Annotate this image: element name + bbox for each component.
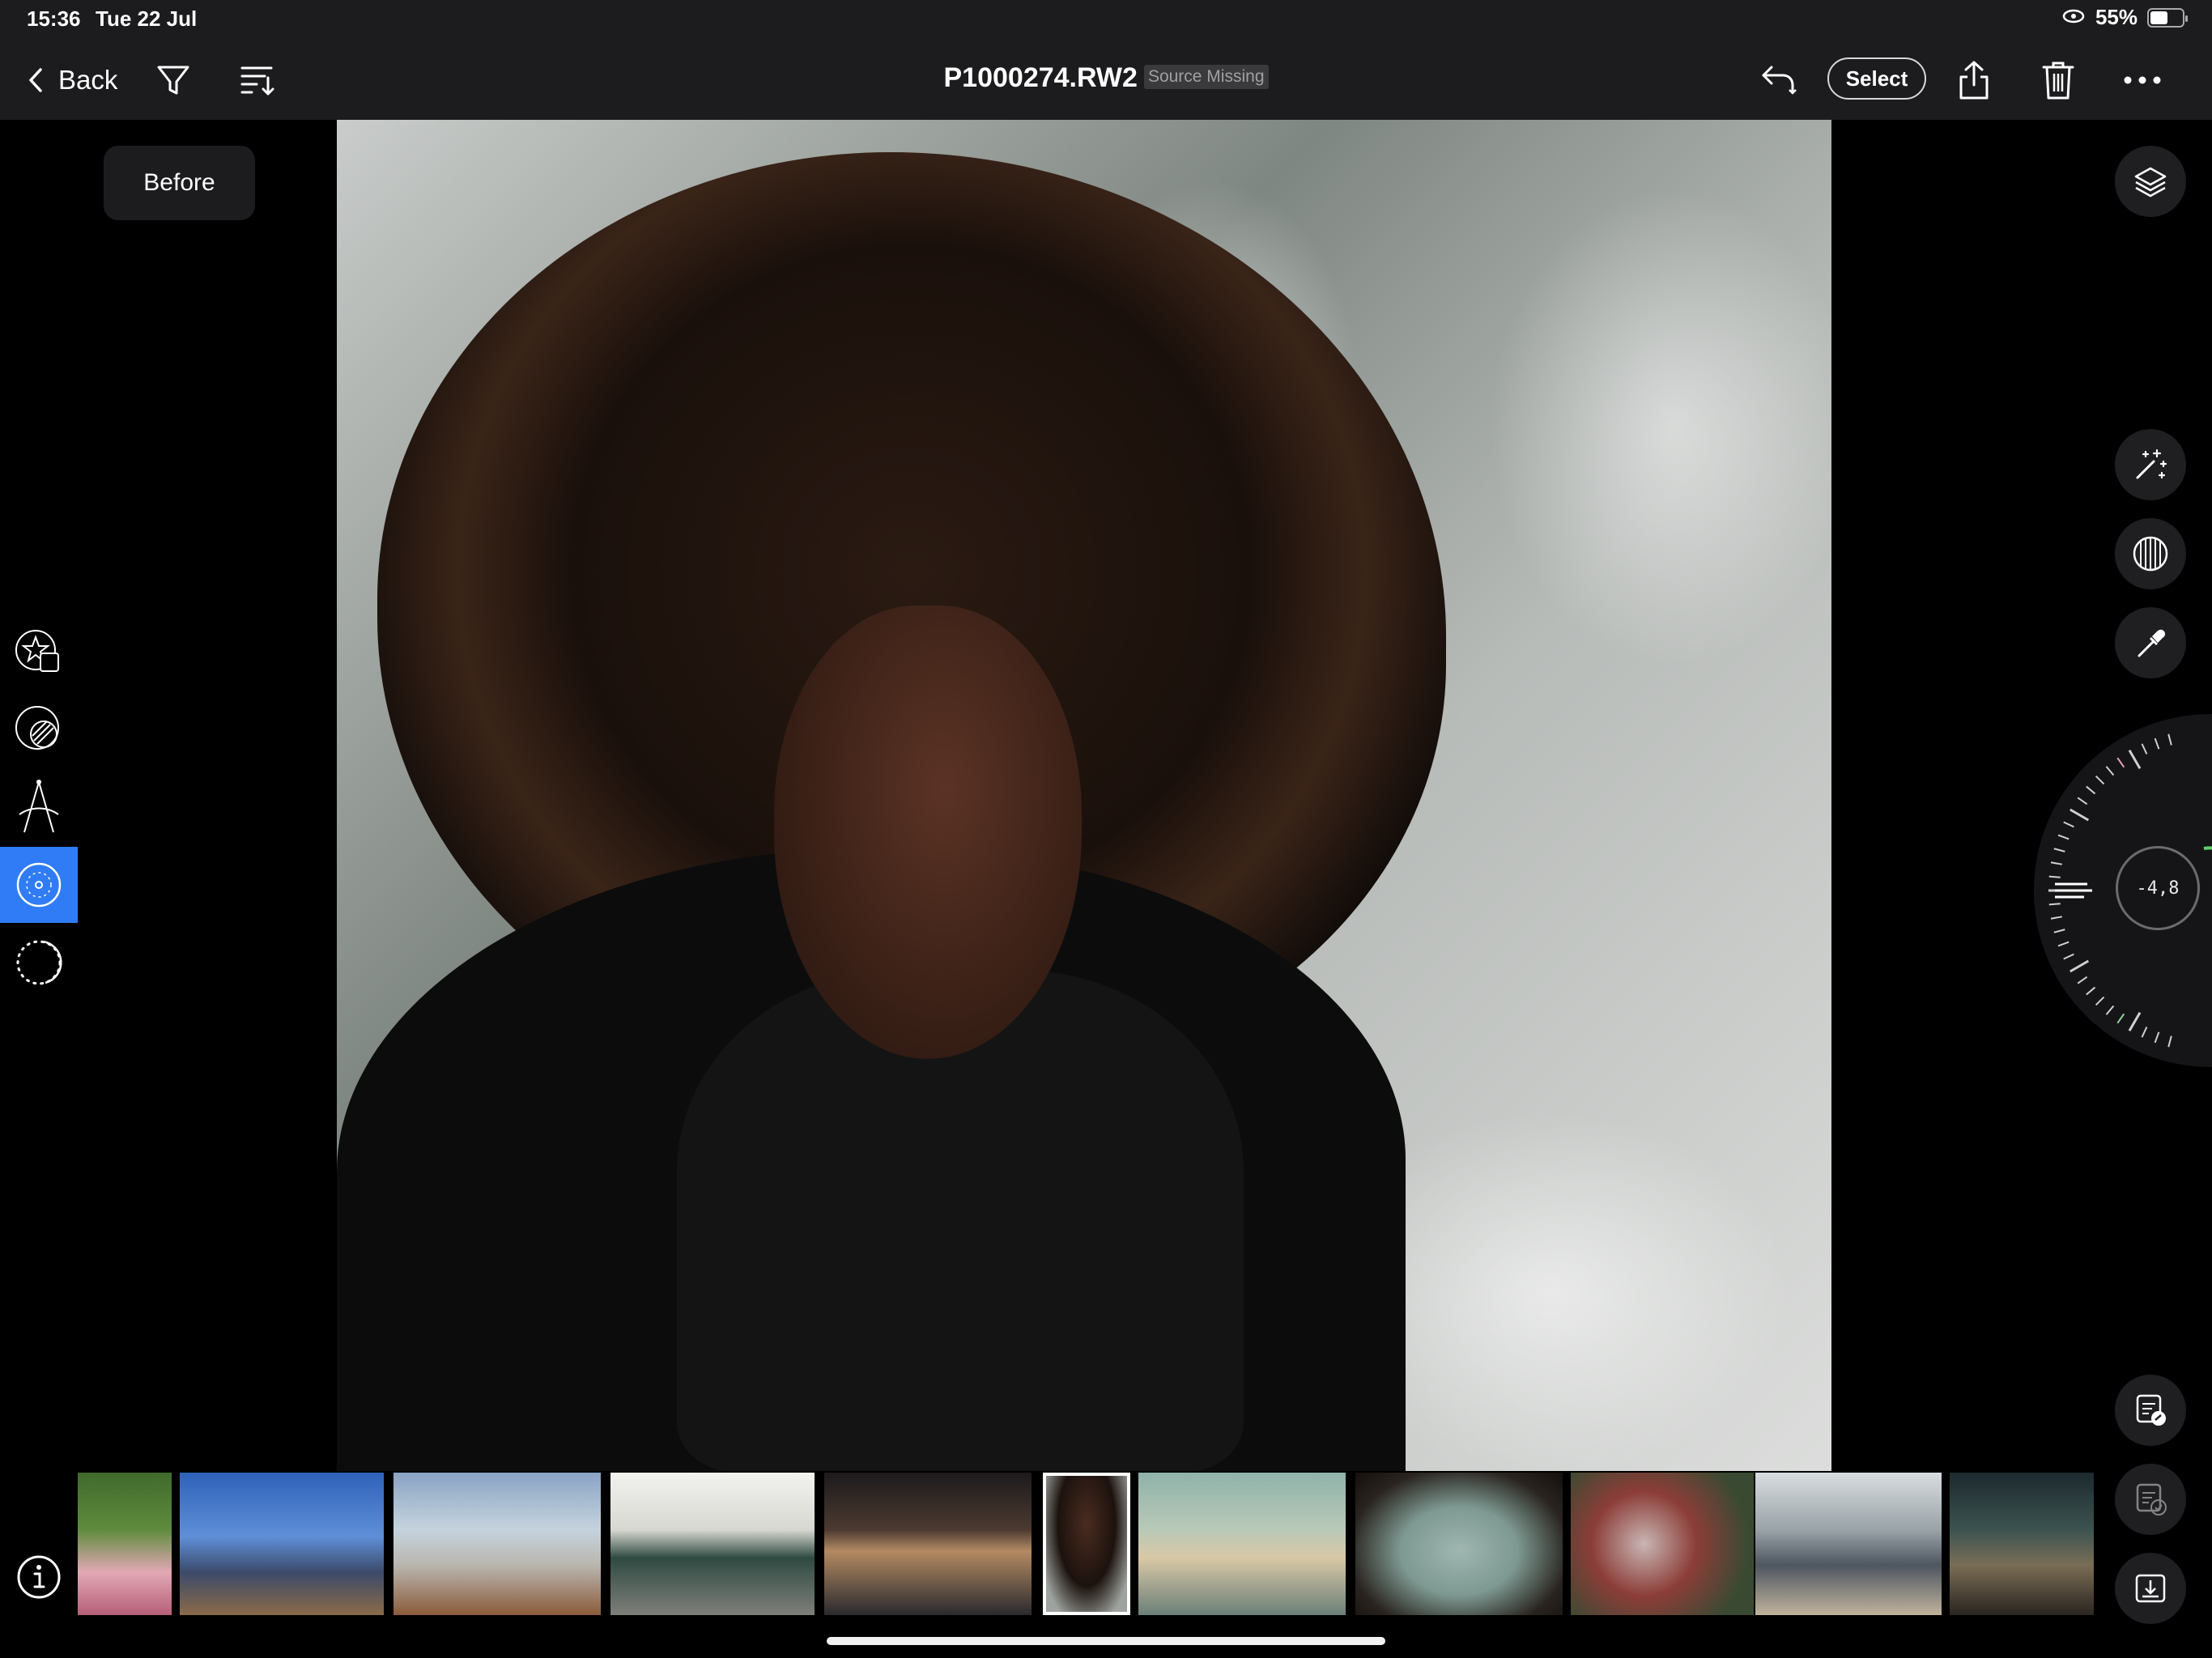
file-name: P1000274.RW2 <box>943 62 1138 93</box>
main-photo[interactable] <box>337 120 1831 1471</box>
star-square-icon <box>15 630 59 672</box>
magic-wand-icon[interactable] <box>2115 429 2186 500</box>
battery-level <box>2150 11 2167 24</box>
thumb-fountain[interactable] <box>393 1473 601 1615</box>
battery-icon <box>2147 7 2188 28</box>
thumb-night-street[interactable] <box>824 1473 1032 1615</box>
perspective-icon <box>19 780 59 833</box>
filmstrip <box>78 1473 2094 1615</box>
status-date: Tue 22 Jul <box>96 6 198 31</box>
thumb-flowers[interactable] <box>78 1473 172 1615</box>
info-icon[interactable] <box>16 1554 62 1600</box>
app-window: 15:36 Tue 22 Jul 55% Back P1000274.RW2 So… <box>0 0 2212 1658</box>
photo-face <box>774 606 1082 1059</box>
layers-icon[interactable] <box>2115 146 2186 217</box>
status-bar: 15:36 Tue 22 Jul 55% <box>0 0 2212 40</box>
eyedropper-icon[interactable] <box>2115 607 2186 678</box>
dial-value: -4,8 <box>2116 846 2200 930</box>
presets-tool[interactable] <box>0 614 78 690</box>
grid-sphere-icon[interactable] <box>2115 518 2186 589</box>
palette-circle-icon <box>15 706 59 750</box>
copy-settings-icon[interactable] <box>2115 1375 2186 1446</box>
before-button[interactable]: Before <box>104 146 255 220</box>
color-tool[interactable] <box>0 691 78 767</box>
geometry-tool[interactable] <box>0 769 78 845</box>
trash-icon[interactable] <box>2035 57 2081 103</box>
mask-tool[interactable] <box>0 925 78 1001</box>
thumb-beach-woman[interactable] <box>1138 1473 1346 1615</box>
dial-tick <box>2048 875 2061 878</box>
thumb-cockpit[interactable] <box>1950 1473 2094 1615</box>
thumb-mini-car[interactable] <box>610 1473 815 1615</box>
lens-tool[interactable] <box>0 847 78 923</box>
thumb-airplane[interactable] <box>1755 1473 1942 1615</box>
connection-icon <box>2061 5 2086 30</box>
more-icon[interactable] <box>2120 57 2165 103</box>
undo-icon[interactable] <box>1755 57 1801 103</box>
paste-settings-icon[interactable] <box>2115 1464 2186 1535</box>
thumb-window-beach[interactable] <box>1355 1473 1563 1615</box>
battery-percent: 55% <box>2095 5 2138 29</box>
thumb-leaves[interactable] <box>1571 1473 1754 1615</box>
dial-tick <box>2048 903 2061 906</box>
share-icon[interactable] <box>1951 57 1997 103</box>
thumb-portrait[interactable] <box>1043 1473 1130 1615</box>
source-missing-badge: Source Missing <box>1143 65 1269 90</box>
dotted-circle-icon <box>16 940 62 985</box>
status-indicators: 55% <box>2061 5 2188 30</box>
thumb-cityscape[interactable] <box>180 1473 384 1615</box>
home-indicator <box>827 1637 1385 1645</box>
export-icon[interactable] <box>2115 1553 2186 1624</box>
status-time: 15:36 <box>27 6 81 31</box>
lens-circle-icon <box>16 862 62 908</box>
top-navigation-bar: Back P1000274.RW2 Source Missing Select <box>0 40 2212 120</box>
select-button[interactable]: Select <box>1827 57 1926 100</box>
